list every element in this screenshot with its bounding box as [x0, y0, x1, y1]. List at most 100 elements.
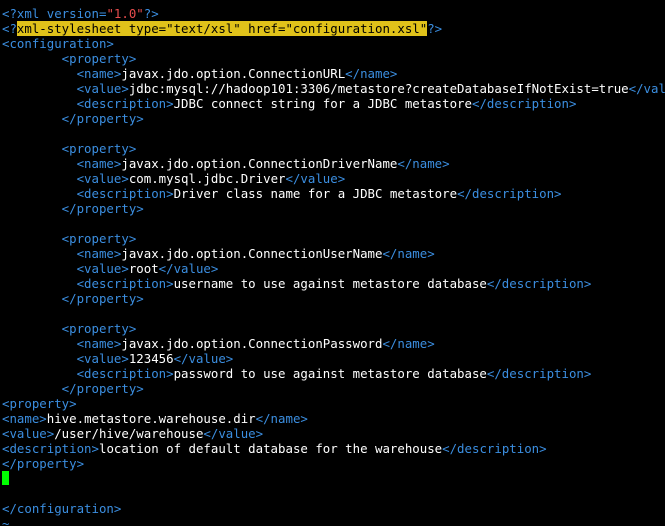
code-token: jdbc:mysql://hadoop101:3306/metastore?cr…	[128, 81, 629, 96]
editor-line: <description>Driver class name for a JDB…	[0, 186, 665, 201]
editor-line: </property>	[0, 201, 665, 216]
code-token: javax.jdo.option.ConnectionDriverName	[121, 156, 398, 171]
editor-line: </property>	[0, 291, 665, 306]
code-token: </value>	[173, 351, 234, 366]
code-token: <name>	[2, 336, 122, 351]
code-token: <property>	[2, 231, 137, 246]
code-token: <property>	[2, 321, 137, 336]
search-highlight: xml-stylesheet type="text/xsl" href="con…	[16, 21, 428, 36]
editor-line: <value>123456</value>	[0, 351, 665, 366]
code-token: <configuration>	[2, 36, 114, 51]
code-token: </value>	[285, 171, 346, 186]
code-token: </description>	[486, 276, 592, 291]
code-token: </value>	[203, 426, 264, 441]
editor-line: </configuration>	[0, 501, 665, 516]
editor-line: <name>javax.jdo.option.ConnectionURL</na…	[0, 66, 665, 81]
editor-line: </property>	[0, 456, 665, 471]
code-token: <description>	[2, 96, 174, 111]
code-token: /user/hive/warehouse	[54, 426, 204, 441]
code-token: </name>	[397, 156, 450, 171]
editor-line: <value>com.mysql.jdbc.Driver</value>	[0, 171, 665, 186]
vim-editor[interactable]: <?xml version="1.0"?> <?xml-stylesheet ty…	[0, 0, 665, 526]
code-token: <property>	[2, 51, 137, 66]
code-token: </description>	[471, 96, 577, 111]
editor-line: </property>	[0, 381, 665, 396]
code-token: <value>	[2, 261, 129, 276]
code-token: com.mysql.jdbc.Driver	[128, 171, 286, 186]
code-token: </property>	[2, 456, 85, 471]
code-token: </value>	[158, 261, 219, 276]
code-token: </property>	[2, 291, 144, 306]
editor-line: <name>javax.jdo.option.ConnectionPasswor…	[0, 336, 665, 351]
code-token: <description>	[2, 366, 174, 381]
code-token: ?>	[143, 6, 159, 21]
code-token: <description>	[2, 186, 174, 201]
code-token: <name>	[2, 246, 122, 261]
text-cursor	[2, 471, 9, 485]
code-token: <property>	[2, 141, 137, 156]
code-token: </name>	[382, 336, 435, 351]
code-token: <value>	[2, 81, 129, 96]
code-token: <name>	[2, 66, 122, 81]
code-token: "1.0"	[106, 6, 144, 21]
code-token: <value>	[2, 171, 129, 186]
code-token: JDBC connect string for a JDBC metastore	[173, 96, 472, 111]
code-token: </description>	[457, 186, 562, 201]
code-token: xml version=	[16, 6, 107, 21]
code-token: </configuration>	[2, 501, 122, 516]
code-token: </description>	[442, 441, 547, 456]
code-token: </value>	[628, 81, 665, 96]
editor-line: </property>	[0, 111, 665, 126]
code-token: </name>	[382, 246, 435, 261]
code-token: <?	[2, 6, 17, 21]
editor-line: <name>javax.jdo.option.ConnectionUserNam…	[0, 246, 665, 261]
code-token: hive.metastore.warehouse.dir	[46, 411, 256, 426]
editor-line: <name>javax.jdo.option.ConnectionDriverN…	[0, 156, 665, 171]
code-token: </name>	[255, 411, 308, 426]
code-token: <?	[2, 21, 17, 36]
code-token: </description>	[486, 366, 592, 381]
code-token: <description>	[2, 276, 174, 291]
code-token: <value>	[2, 426, 55, 441]
code-token: <property>	[2, 396, 77, 411]
editor-line: <value>root</value>	[0, 261, 665, 276]
editor-line	[0, 471, 665, 486]
code-token: </property>	[2, 111, 144, 126]
editor-line: <value>jdbc:mysql://hadoop101:3306/metas…	[0, 81, 665, 96]
code-token: javax.jdo.option.ConnectionURL	[121, 66, 346, 81]
code-token: <name>	[2, 156, 122, 171]
editor-line: <description>location of default databas…	[0, 441, 665, 456]
editor-line: <description>JDBC connect string for a J…	[0, 96, 665, 111]
code-token: javax.jdo.option.ConnectionUserName	[121, 246, 383, 261]
editor-line: ~	[0, 516, 665, 526]
code-token: </name>	[345, 66, 398, 81]
code-token: username to use against metastore databa…	[173, 276, 487, 291]
code-token: <description>	[2, 441, 99, 456]
editor-line: <property>	[0, 51, 665, 66]
code-token: <name>	[2, 411, 47, 426]
code-token: 123456	[128, 351, 174, 366]
code-token: <value>	[2, 351, 129, 366]
editor-line: <property>	[0, 396, 665, 411]
editor-line: <?xml-stylesheet type="text/xsl" href="c…	[0, 21, 665, 36]
editor-line: <property>	[0, 321, 665, 336]
editor-line: <description>username to use against met…	[0, 276, 665, 291]
editor-line: <name>hive.metastore.warehouse.dir</name…	[0, 411, 665, 426]
editor-line: <description>password to use against met…	[0, 366, 665, 381]
editor-line: <property>	[0, 141, 665, 156]
code-token: location of default database for the war…	[98, 441, 443, 456]
editor-line: <property>	[0, 231, 665, 246]
code-token: javax.jdo.option.ConnectionPassword	[121, 336, 383, 351]
editor-line: <value>/user/hive/warehouse</value>	[0, 426, 665, 441]
empty-line-marker: ~	[2, 516, 10, 526]
code-token: root	[128, 261, 159, 276]
editor-line: <configuration>	[0, 36, 665, 51]
code-token: </property>	[2, 201, 144, 216]
editor-line: <?xml version="1.0"?>	[0, 6, 665, 21]
code-token: Driver class name for a JDBC metastore	[173, 186, 458, 201]
code-token: ?>	[427, 21, 443, 36]
code-token: password to use against metastore databa…	[173, 366, 487, 381]
